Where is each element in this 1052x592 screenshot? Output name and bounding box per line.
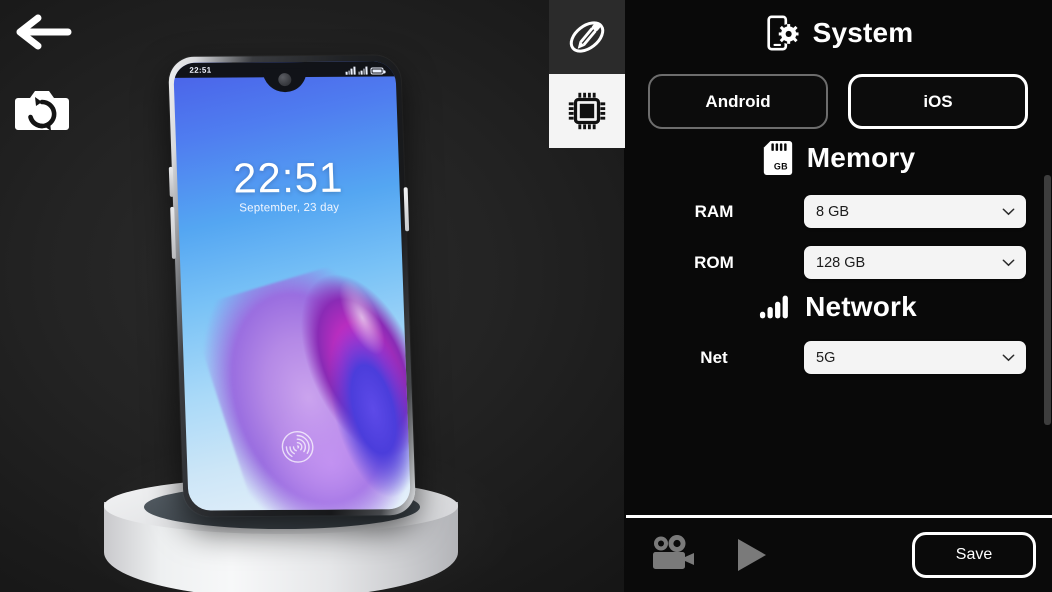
phone-preview-viewport[interactable]: 22:51 22:51 September, 23 day	[0, 0, 624, 592]
system-option-android-label: Android	[705, 91, 771, 111]
back-arrow-icon[interactable]	[12, 12, 72, 52]
system-title: System	[812, 17, 914, 48]
network-title: Network	[805, 291, 917, 322]
status-bar-time: 22:51	[189, 65, 212, 75]
system-option-android[interactable]: Android	[648, 74, 828, 129]
settings-panel: System Android iOS GB Memory RAM 8 GB RO…	[624, 0, 1052, 592]
camera-rotate-icon[interactable]	[14, 82, 70, 134]
save-button-label: Save	[955, 546, 993, 563]
rom-value: 128 GB	[816, 254, 866, 271]
ram-value: 8 GB	[816, 203, 850, 220]
save-button[interactable]: Save	[912, 532, 1036, 578]
phone-screen: 22:51 22:51 September, 23 day	[173, 61, 411, 511]
hardware-tab[interactable]	[549, 74, 625, 148]
ram-field-row: RAM 8 GB	[624, 195, 1052, 228]
front-camera-icon	[278, 73, 292, 87]
lockscreen-clock: 22:51	[232, 153, 345, 202]
video-camera-icon[interactable]	[650, 535, 698, 575]
signal-bars-icon-secondary	[358, 66, 368, 75]
rom-select[interactable]: 128 GB	[804, 246, 1026, 279]
system-option-ios-label: iOS	[923, 91, 953, 111]
net-label: Net	[700, 347, 728, 367]
phone-gear-icon	[766, 15, 799, 51]
panel-scrollbar-track[interactable]	[1044, 0, 1052, 516]
ram-select[interactable]: 8 GB	[804, 195, 1026, 228]
cpu-chip-icon	[568, 92, 606, 130]
ram-label: RAM	[694, 201, 734, 221]
rom-field-row: ROM 128 GB	[624, 246, 1052, 279]
settings-scroll-area[interactable]: System Android iOS GB Memory RAM 8 GB RO…	[624, 0, 1052, 516]
tool-tabs	[549, 0, 625, 148]
app-root: 22:51 22:51 September, 23 day System And…	[0, 0, 1052, 592]
system-options: Android iOS	[624, 74, 1052, 129]
net-value: 5G	[816, 349, 836, 366]
play-icon[interactable]	[732, 535, 768, 575]
chevron-down-icon	[1002, 258, 1015, 266]
signal-bars-icon	[345, 66, 356, 75]
bottom-action-bar: Save	[624, 518, 1052, 592]
phone-3d-model[interactable]: 22:51 22:51 September, 23 day	[167, 55, 417, 517]
phone-power-button	[403, 187, 410, 232]
network-section-header: Network	[624, 291, 1052, 323]
fingerprint-icon	[280, 430, 315, 464]
lockscreen-date: September, 23 day	[239, 201, 340, 215]
pencil-orbit-icon	[569, 21, 605, 53]
net-field-row: Net 5G	[624, 341, 1052, 374]
chevron-down-icon	[1002, 207, 1015, 215]
memory-title: Memory	[806, 142, 916, 173]
svg-text:GB: GB	[774, 161, 788, 171]
rom-label: ROM	[694, 252, 734, 272]
net-select[interactable]: 5G	[804, 341, 1026, 374]
design-tab[interactable]	[549, 0, 625, 74]
signal-bars-icon	[760, 295, 788, 319]
battery-icon	[370, 67, 384, 75]
memory-section-header: GB Memory	[624, 139, 1052, 177]
sd-card-gb-icon: GB	[763, 141, 792, 175]
chevron-down-icon	[1002, 353, 1015, 361]
panel-scrollbar-thumb[interactable]	[1044, 175, 1051, 425]
system-section-header: System	[624, 14, 1052, 52]
system-option-ios[interactable]: iOS	[848, 74, 1028, 129]
